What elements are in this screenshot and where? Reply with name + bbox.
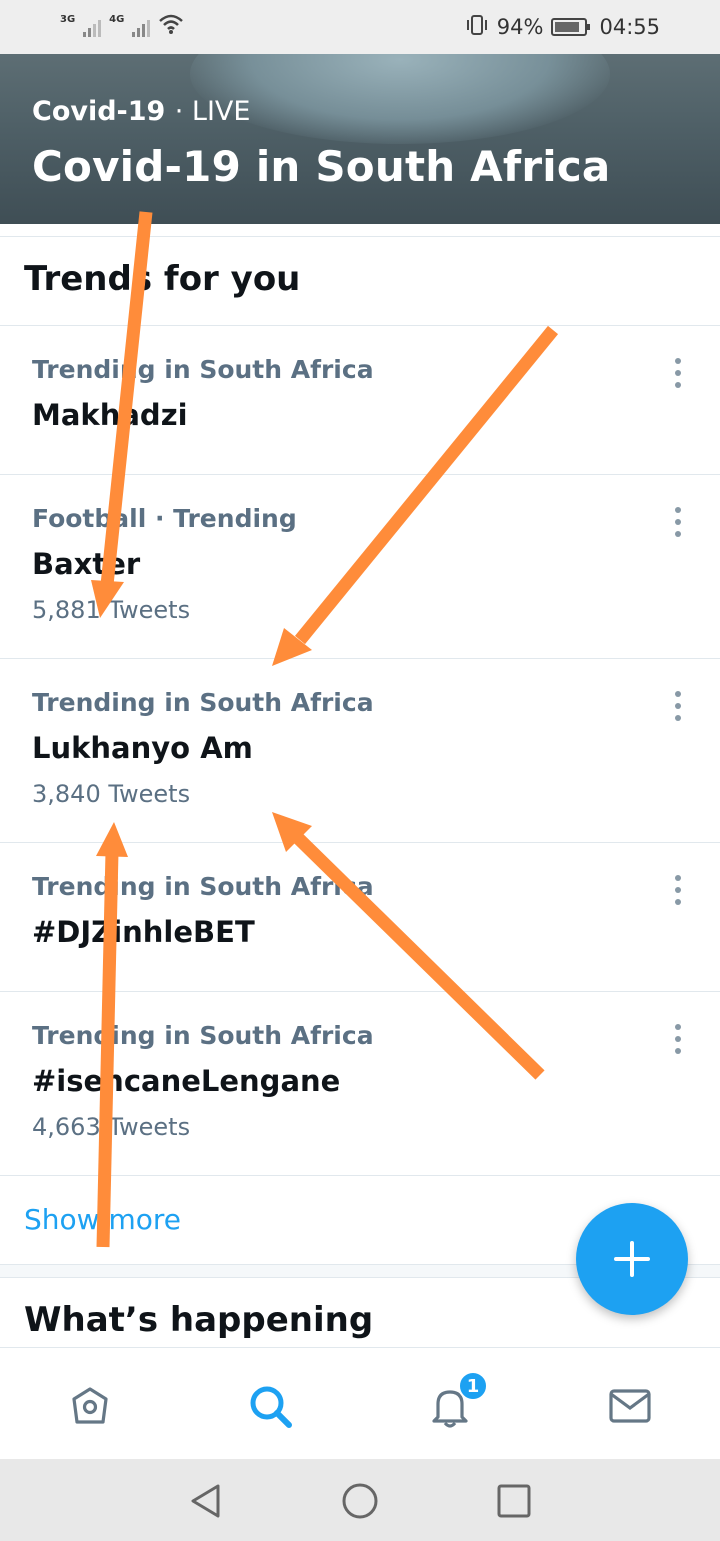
clock: 04:55 <box>599 15 660 39</box>
trend-context: Football · Trending <box>32 504 297 533</box>
status-bar: 3G 4G 94% 04:55 <box>0 0 720 54</box>
signal-bars-2-icon <box>132 17 151 37</box>
more-vertical-icon[interactable] <box>672 507 684 537</box>
wifi-icon <box>158 13 184 41</box>
nav-messages[interactable] <box>606 1382 654 1430</box>
system-home-button[interactable] <box>340 1481 380 1521</box>
divider <box>0 236 720 237</box>
home-icon <box>72 1387 108 1424</box>
plus-icon <box>614 1241 650 1277</box>
back-icon <box>191 1484 220 1518</box>
system-navigation-bar <box>0 1459 720 1541</box>
trend-name: Baxter <box>32 547 141 581</box>
system-recents-button[interactable] <box>494 1481 534 1521</box>
battery-icon <box>551 18 591 36</box>
trend-item[interactable]: Trending in South Africa Lukhanyo Am 3,8… <box>0 659 720 843</box>
banner-meta: Covid-19 · LIVE <box>32 96 250 127</box>
trend-item[interactable]: Trending in South Africa Makhadzi <box>0 326 720 475</box>
more-vertical-icon[interactable] <box>672 1024 684 1054</box>
vibrate-icon <box>465 14 489 41</box>
more-vertical-icon[interactable] <box>672 875 684 905</box>
trend-context: Trending in South Africa <box>32 355 374 384</box>
system-back-button[interactable] <box>186 1481 226 1521</box>
banner-title: Covid-19 in South Africa <box>32 142 611 191</box>
trend-name: Lukhanyo Am <box>32 731 253 765</box>
trend-name: #DJZinhleBET <box>32 915 255 949</box>
more-vertical-icon[interactable] <box>672 358 684 388</box>
banner-live-label: · LIVE <box>174 96 251 127</box>
trend-item[interactable]: Trending in South Africa #isencaneLengan… <box>0 992 720 1176</box>
banner-category: Covid-19 <box>32 96 166 127</box>
live-event-banner[interactable]: Covid-19 · LIVE Covid-19 in South Africa <box>0 54 720 224</box>
trend-context: Trending in South Africa <box>32 1021 374 1050</box>
notification-badge: 1 <box>458 1371 488 1401</box>
mail-icon <box>609 1389 651 1423</box>
trend-tweet-count: 5,881 Tweets <box>32 596 191 624</box>
network-type-1: 3G <box>60 13 76 25</box>
banner-image-mask <box>190 54 610 144</box>
status-right: 94% 04:55 <box>465 14 660 41</box>
trends-header: Trends for you <box>24 259 301 299</box>
network-type-2: 4G <box>109 13 125 25</box>
recents-icon <box>497 1484 531 1518</box>
nav-explore[interactable] <box>246 1382 294 1430</box>
search-icon <box>250 1386 292 1428</box>
trend-item[interactable]: Trending in South Africa #DJZinhleBET <box>0 843 720 992</box>
trend-context: Trending in South Africa <box>32 872 374 901</box>
signal-bars-1-icon <box>83 17 102 37</box>
trend-context: Trending in South Africa <box>32 688 374 717</box>
trend-item[interactable]: Football · Trending Baxter 5,881 Tweets <box>0 475 720 659</box>
battery-percent: 94% <box>496 15 544 39</box>
more-vertical-icon[interactable] <box>672 691 684 721</box>
home-circle-icon <box>342 1483 378 1519</box>
whats-happening-header: What’s happening <box>24 1300 374 1340</box>
show-more-link[interactable]: Show more <box>24 1203 181 1236</box>
trend-tweet-count: 4,663 Tweets <box>32 1113 191 1141</box>
signal-indicators: 3G 4G <box>60 13 184 41</box>
bottom-navigation <box>0 1347 720 1459</box>
trend-name: Makhadzi <box>32 398 188 432</box>
trend-name: #isencaneLengane <box>32 1064 341 1098</box>
trend-tweet-count: 3,840 Tweets <box>32 780 191 808</box>
compose-tweet-button[interactable] <box>576 1203 688 1315</box>
nav-home[interactable] <box>66 1382 114 1430</box>
